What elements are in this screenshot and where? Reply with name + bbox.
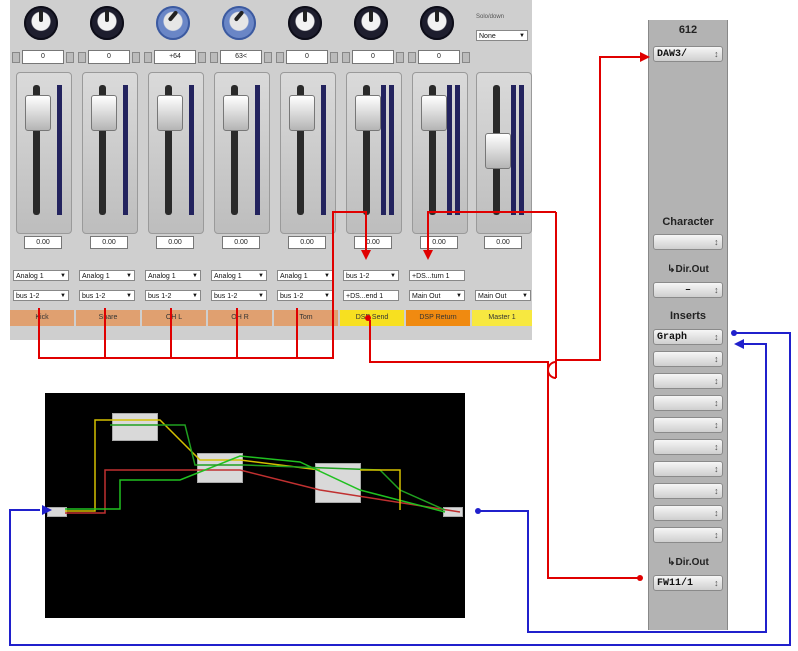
- wire-dot: [731, 330, 737, 336]
- wire-dot: [637, 575, 643, 581]
- graph-wires: [65, 419, 461, 514]
- arrowhead: [640, 52, 650, 62]
- arrowhead: [734, 339, 744, 349]
- arrowhead: [423, 250, 433, 260]
- red-bus-wires: [38, 56, 640, 579]
- arrowhead: [42, 505, 52, 515]
- wire-dot: [365, 315, 371, 321]
- wire-dot: [475, 508, 481, 514]
- routing-wires: [9, 52, 791, 646]
- arrowhead: [361, 250, 371, 260]
